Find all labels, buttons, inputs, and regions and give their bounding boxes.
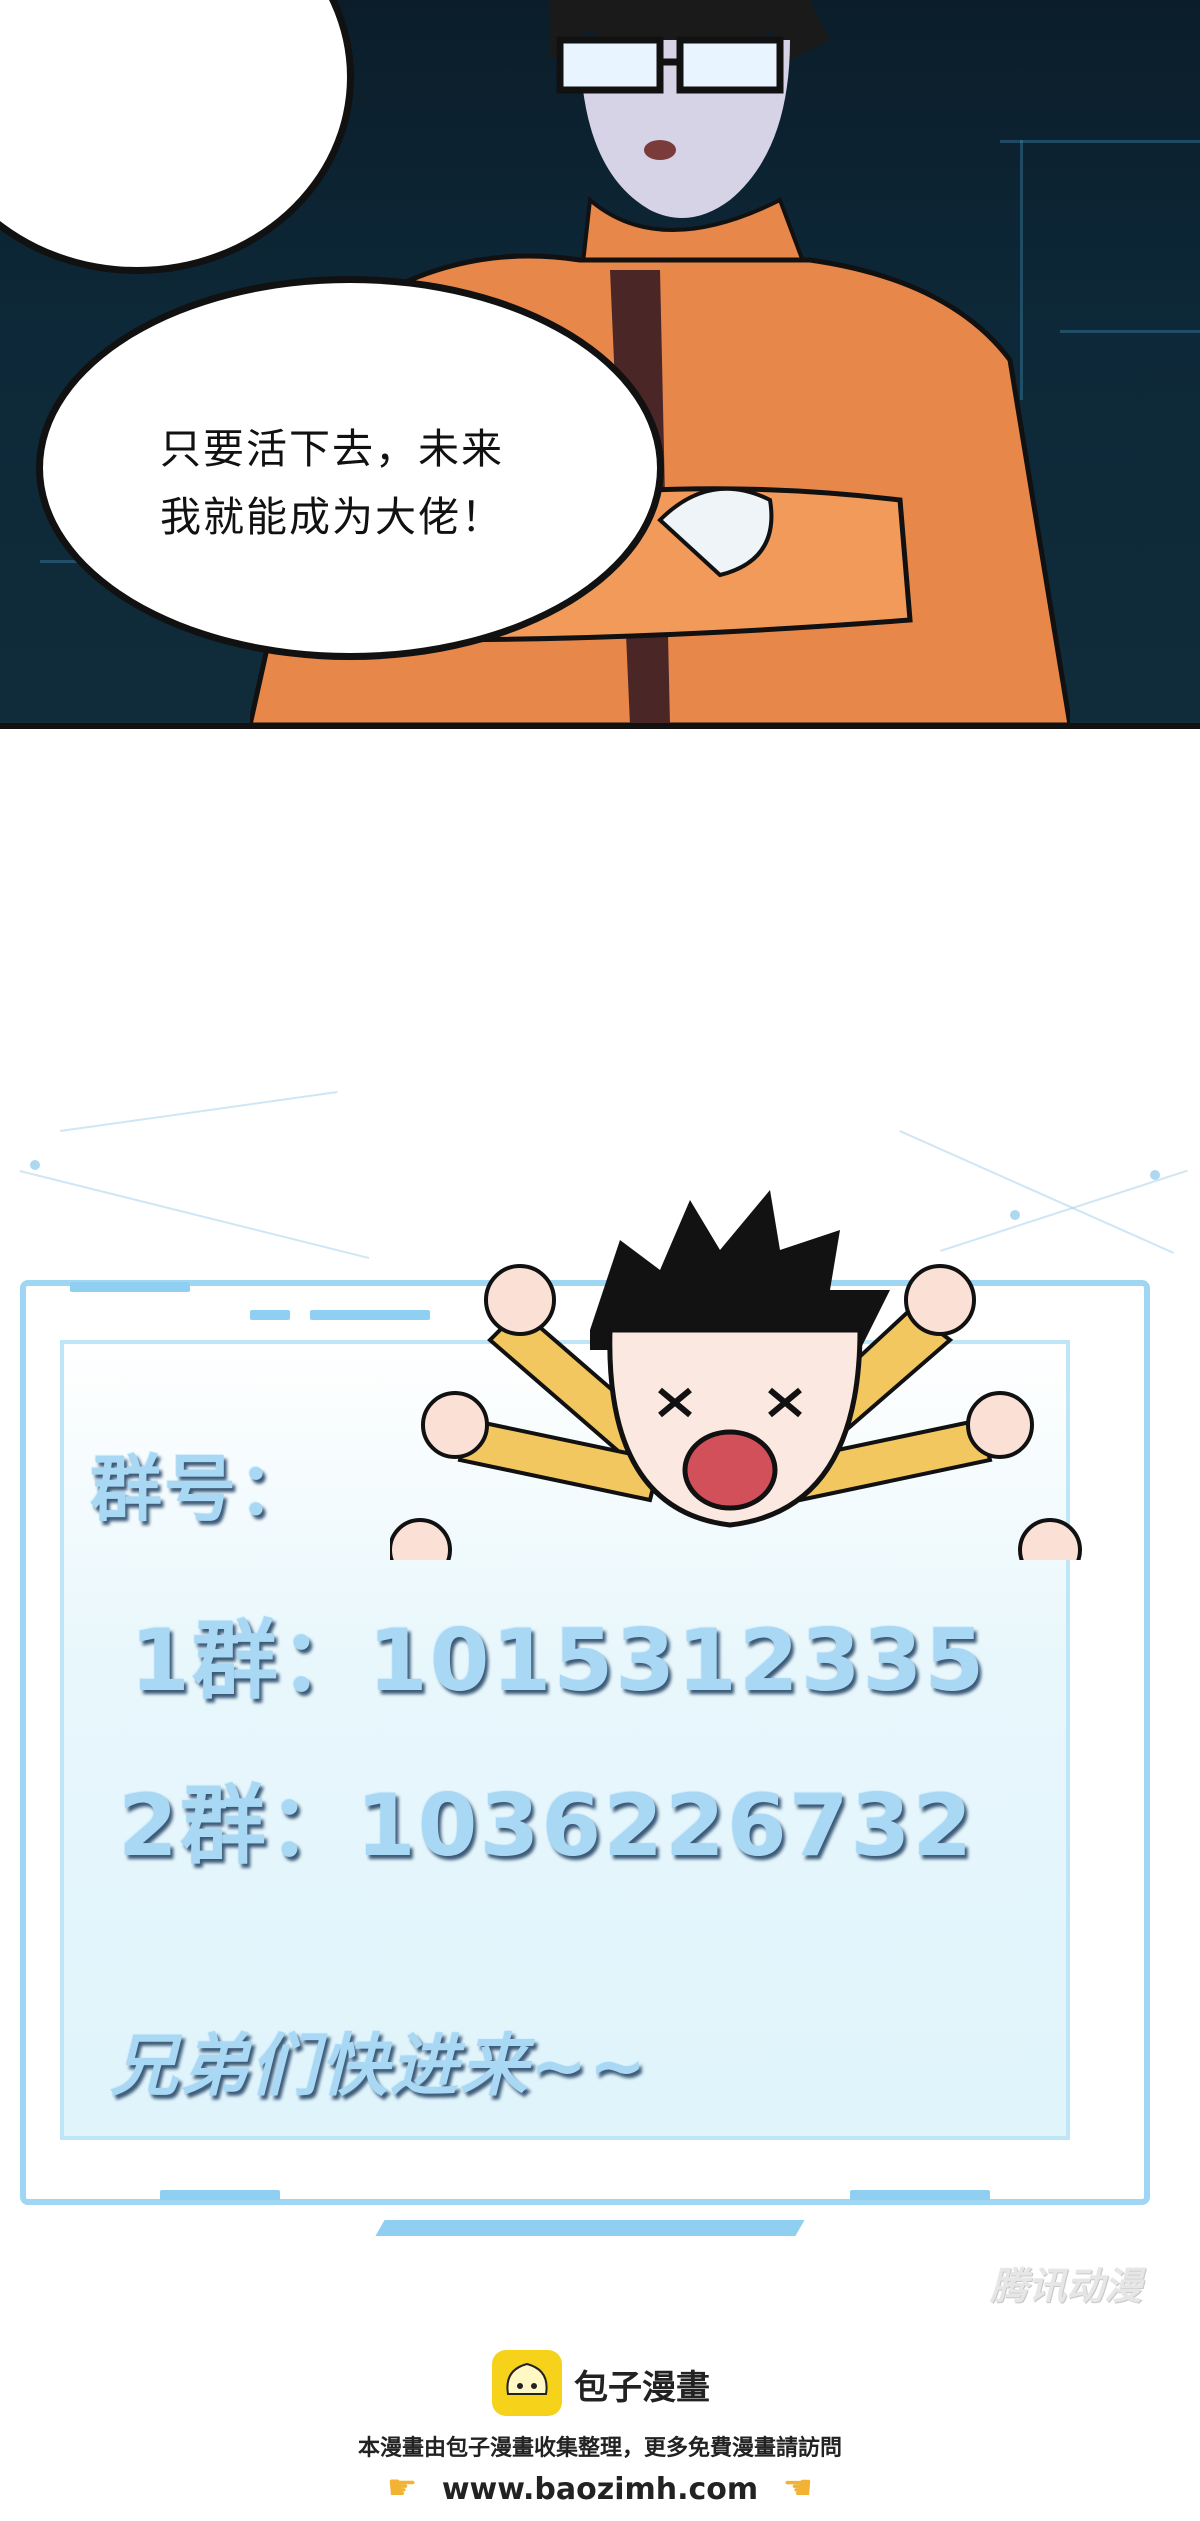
- frame-dash: [850, 2190, 990, 2200]
- frame-dash: [160, 2190, 280, 2200]
- pointing-hand-icon: ☛: [386, 2468, 418, 2508]
- network-dot: [30, 1160, 40, 1170]
- panel-border: [0, 723, 1200, 729]
- frame-dash: [70, 1282, 190, 1292]
- speech-text: 只要活下去，未来 我就能成为大佬！: [160, 415, 580, 551]
- comic-panel-top: 只要活下去，未来 我就能成为大佬！: [0, 0, 1200, 725]
- network-line: [19, 1170, 370, 1260]
- group-number-title: 群号：: [90, 1447, 313, 1531]
- group-2-number: 2群：1036226732: [118, 1776, 975, 1876]
- network-dot: [1150, 1170, 1160, 1180]
- call-to-action-text: 兄弟们快进来~~: [110, 2027, 648, 2106]
- footer-notice: 本漫畫由包子漫畫收集整理，更多免費漫畫請訪問: [357, 2436, 842, 2461]
- group-1-number: 1群：1015312335: [130, 1611, 987, 1711]
- tencent-watermark: 腾讯动漫: [990, 2264, 1143, 2308]
- chibi-character-illustration: [390, 1190, 1082, 1560]
- footer-url-row: ☛ www.baozimh.com ☚: [0, 2468, 1200, 2508]
- speech-line-2: 我就能成为大佬！: [160, 493, 504, 541]
- footer-url-link[interactable]: www.baozimh.com: [442, 2472, 758, 2507]
- circuit-line: [1060, 330, 1200, 333]
- pointing-hand-icon: ☚: [782, 2468, 814, 2508]
- network-line: [60, 1091, 338, 1132]
- frame-dash: [250, 1310, 290, 1320]
- speech-line-1: 只要活下去，未来: [160, 425, 504, 473]
- baozi-logo-icon: [492, 2350, 562, 2416]
- footer-brand-name: 包子漫畫: [574, 2368, 710, 2408]
- frame-bottom-bar: [375, 2220, 805, 2236]
